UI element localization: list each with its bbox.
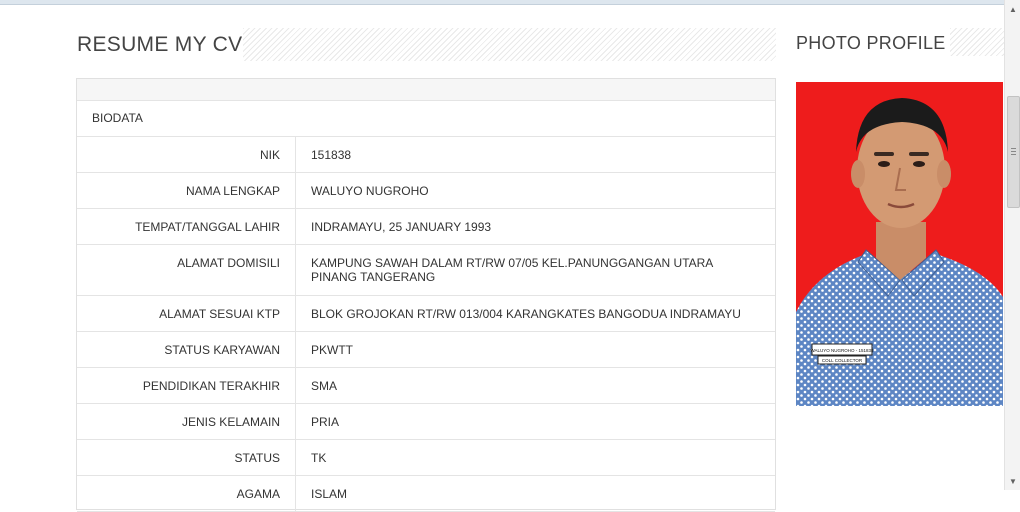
table-row: AGAMA ISLAM <box>77 476 775 512</box>
row-value: PKWTT <box>311 343 353 357</box>
row-label: AGAMA <box>77 476 296 511</box>
biodata-table: BIODATA NIK 151838 NAMA LENGKAP WALUYO N… <box>76 78 776 512</box>
row-value: SMA <box>311 379 338 393</box>
scroll-down-arrow-icon[interactable]: ▼ <box>1009 478 1017 486</box>
profile-photo: WALUYO NUGROHO - 151838 COLL COLLECTOR <box>796 82 1003 406</box>
scroll-up-arrow-icon[interactable]: ▲ <box>1009 6 1017 14</box>
row-value: KAMPUNG SAWAH DALAM RT/RW 07/05 KEL.PANU… <box>311 256 713 284</box>
name-badge-text: WALUYO NUGROHO - 151838 <box>810 348 874 353</box>
row-label: STATUS KARYAWAN <box>77 332 296 367</box>
person-portrait-illustration: WALUYO NUGROHO - 151838 COLL COLLECTOR <box>796 98 1003 406</box>
grip-icon <box>1011 148 1016 155</box>
photo-profile-title: PHOTO PROFILE <box>796 33 946 53</box>
table-row: NAMA LENGKAP WALUYO NUGROHO <box>77 173 775 209</box>
row-label: STATUS <box>77 440 296 475</box>
row-label: JENIS KELAMAIN <box>77 404 296 439</box>
role-badge-text: COLL COLLECTOR <box>822 358 863 363</box>
row-label: ALAMAT DOMISILI <box>77 245 296 295</box>
row-label: NIK <box>77 137 296 172</box>
title-decoration <box>243 28 776 61</box>
table-header <box>77 79 775 101</box>
row-value: BLOK GROJOKAN RT/RW 013/004 KARANGKATES … <box>311 307 741 321</box>
table-row: ALAMAT SESUAI KTP BLOK GROJOKAN RT/RW 01… <box>77 296 775 332</box>
title-decoration <box>950 28 1004 56</box>
row-label: NAMA LENGKAP <box>77 173 296 208</box>
row-label: TEMPAT/TANGGAL LAHIR <box>77 209 296 244</box>
row-value: 151838 <box>311 148 352 162</box>
row-label: ALAMAT SESUAI KTP <box>77 296 296 331</box>
row-value: ISLAM <box>311 487 348 501</box>
resume-title: RESUME MY CV <box>77 33 243 56</box>
row-label: PENDIDIKAN TERAKHIR <box>77 368 296 403</box>
row-value: PRIA <box>311 415 340 429</box>
vertical-scrollbar[interactable]: ▲ ▼ <box>1004 0 1020 490</box>
table-row: JENIS KELAMAIN PRIA <box>77 404 775 440</box>
table-row: PENDIDIKAN TERAKHIR SMA <box>77 368 775 404</box>
row-value: INDRAMAYU, 25 JANUARY 1993 <box>311 220 492 234</box>
browser-top-edge <box>0 0 1004 5</box>
biodata-section-label: BIODATA <box>77 101 775 137</box>
table-row: NIK 151838 <box>77 137 775 173</box>
row-value: TK <box>311 451 327 465</box>
table-row: STATUS TK <box>77 440 775 476</box>
table-row: TEMPAT/TANGGAL LAHIR INDRAMAYU, 25 JANUA… <box>77 209 775 245</box>
table-row: ALAMAT DOMISILI KAMPUNG SAWAH DALAM RT/R… <box>77 245 775 296</box>
scrollbar-thumb[interactable] <box>1007 96 1020 208</box>
table-row: STATUS KARYAWAN PKWTT <box>77 332 775 368</box>
row-value: WALUYO NUGROHO <box>311 184 429 198</box>
